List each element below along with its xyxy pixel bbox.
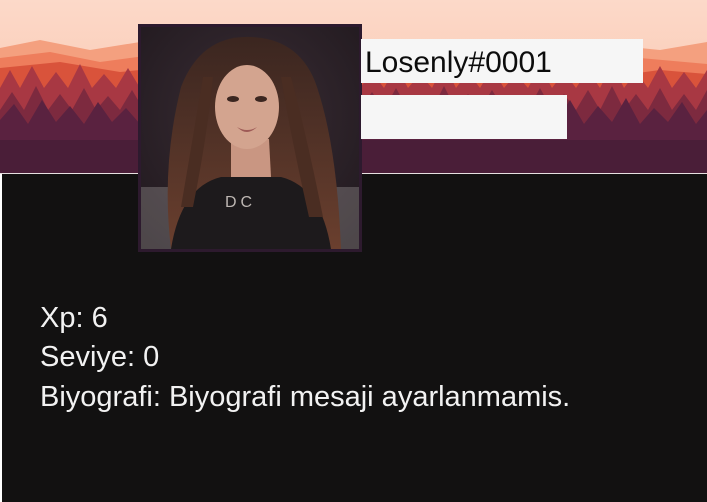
level-stat: Seviye: 0	[40, 341, 160, 373]
avatar: DC	[138, 24, 362, 252]
bio-stat: Biyografi: Biyografi mesaji ayarlanmamis…	[40, 381, 571, 413]
avatar-photo: DC	[141, 27, 359, 249]
xp-stat: Xp: 6	[40, 302, 108, 334]
svg-text:DC: DC	[225, 194, 256, 211]
username-box: Losenly#0001	[361, 39, 643, 83]
username: Losenly#0001	[365, 46, 552, 79]
subtitle-box	[361, 95, 567, 139]
